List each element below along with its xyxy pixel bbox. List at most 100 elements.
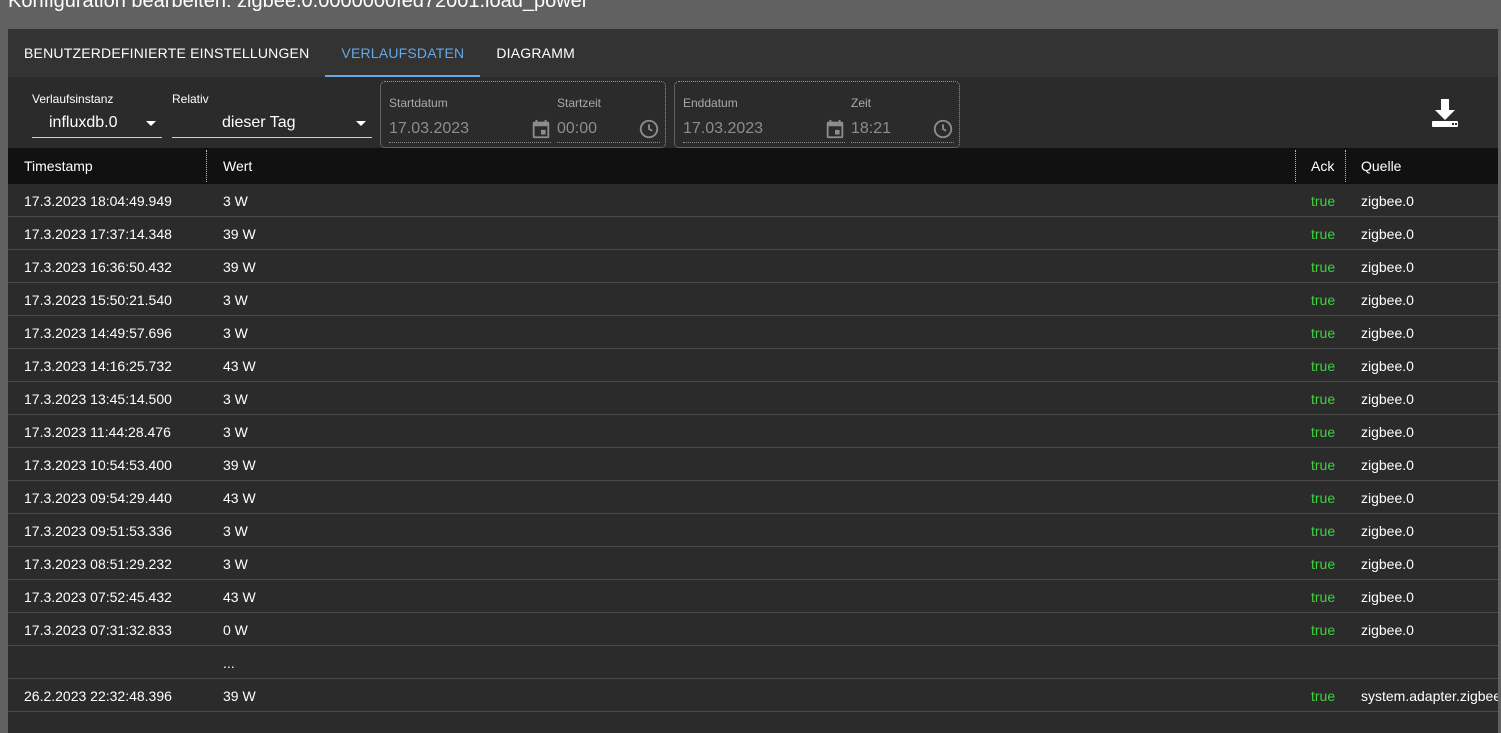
cell-ack: true [1311,588,1336,605]
cell-timestamp: 17.3.2023 08:51:29.232 [24,555,172,572]
table-row[interactable]: 17.3.2023 16:36:50.432 39 W true zigbee.0 [8,250,1498,283]
cell-value: 43 W [223,489,256,506]
cell-timestamp: 17.3.2023 15:50:21.540 [24,291,172,308]
cell-ack: true [1311,489,1336,506]
cell-value: 0 W [223,621,248,638]
cell-value: 3 W [223,192,248,209]
cell-source: zigbee.0 [1361,291,1414,308]
cell-source: zigbee.0 [1361,357,1414,374]
table-row[interactable]: 17.3.2023 10:54:53.400 39 W true zigbee.0 [8,448,1498,481]
table-row[interactable]: 17.3.2023 14:16:25.732 43 W true zigbee.0 [8,349,1498,382]
cell-ack: true [1311,225,1336,242]
dialog-title: Konfiguration bearbeiten: zigbee.0.00000… [8,0,589,12]
cell-value: 39 W [223,258,256,275]
cell-value: 3 W [223,291,248,308]
cell-timestamp: 17.3.2023 07:52:45.432 [24,588,172,605]
cell-source: zigbee.0 [1361,522,1414,539]
relative-label: Relativ [172,92,209,106]
tab-bar: BENUTZERDEFINIERTE EINSTELLUNGEN VERLAUF… [8,29,1498,77]
table-row[interactable]: 17.3.2023 17:37:14.348 39 W true zigbee.0 [8,217,1498,250]
cell-value: 3 W [223,555,248,572]
chevron-down-icon [146,121,156,126]
table-row[interactable]: 17.3.2023 15:50:21.540 3 W true zigbee.0 [8,283,1498,316]
tab-custom-settings[interactable]: BENUTZERDEFINIERTE EINSTELLUNGEN [8,29,325,77]
cell-ack: true [1311,390,1336,407]
start-date-input[interactable]: 17.03.2023 [389,115,551,143]
cell-value: 39 W [223,225,256,242]
table-row[interactable]: 17.3.2023 14:49:57.696 3 W true zigbee.0 [8,316,1498,349]
cell-source: zigbee.0 [1361,324,1414,341]
column-resizer[interactable] [206,150,207,182]
cell-ack: true [1311,522,1336,539]
calendar-icon[interactable] [530,118,552,140]
cell-ack: true [1311,687,1336,704]
tab-chart[interactable]: DIAGRAMM [480,29,591,77]
cell-ack: true [1311,555,1336,572]
table-row[interactable]: 17.3.2023 07:52:45.432 43 W true zigbee.0 [8,580,1498,613]
instance-select[interactable]: influxdb.0 [32,108,162,138]
cell-ack: true [1311,357,1336,374]
cell-source: zigbee.0 [1361,555,1414,572]
header-ack[interactable]: Ack [1311,148,1334,184]
column-resizer[interactable] [1345,150,1346,182]
instance-value: influxdb.0 [49,113,118,131]
table-row[interactable]: 17.3.2023 18:04:49.949 3 W true zigbee.0 [8,184,1498,217]
cell-source: zigbee.0 [1361,192,1414,209]
relative-value: dieser Tag [222,113,296,131]
cell-timestamp: 17.3.2023 18:04:49.949 [24,192,172,209]
dialog-panel: BENUTZERDEFINIERTE EINSTELLUNGEN VERLAUF… [8,29,1498,733]
instance-label: Verlaufsinstanz [32,92,114,106]
cell-timestamp: 17.3.2023 07:31:32.833 [24,621,172,638]
end-time-label: Zeit [851,96,872,110]
table-row[interactable]: 17.3.2023 11:44:28.476 3 W true zigbee.0 [8,415,1498,448]
cell-timestamp: 17.3.2023 09:54:29.440 [24,489,172,506]
cell-source: zigbee.0 [1361,258,1414,275]
table-row[interactable]: 17.3.2023 13:45:14.500 3 W true zigbee.0 [8,382,1498,415]
cell-value: ... [223,654,235,671]
cell-source: zigbee.0 [1361,390,1414,407]
cell-value: 3 W [223,324,248,341]
clock-icon[interactable] [932,118,954,140]
start-range-box: Startdatum 17.03.2023 Startzeit 00:00 [380,81,666,148]
table-row[interactable]: 17.3.2023 09:54:29.440 43 W true zigbee.0 [8,481,1498,514]
chevron-down-icon [356,121,366,126]
cell-timestamp: 17.3.2023 16:36:50.432 [24,258,172,275]
cell-value: 39 W [223,456,256,473]
download-icon[interactable] [1429,97,1461,129]
cell-timestamp: 17.3.2023 11:44:28.476 [24,423,171,440]
column-resizer[interactable] [1295,150,1296,182]
cell-source: system.adapter.zigbee.0 [1361,687,1498,704]
cell-ack: true [1311,456,1336,473]
header-value[interactable]: Wert [223,148,252,184]
cell-ack: true [1311,324,1336,341]
cell-value: 3 W [223,522,248,539]
cell-ack: true [1311,258,1336,275]
end-date-input[interactable]: 17.03.2023 [683,115,845,143]
cell-value: 3 W [223,423,248,440]
tab-history-data[interactable]: VERLAUFSDATEN [325,29,481,77]
cell-timestamp: 17.3.2023 17:37:14.348 [24,225,172,242]
cell-ack: true [1311,192,1336,209]
calendar-icon[interactable] [824,118,846,140]
relative-select[interactable]: dieser Tag [172,108,372,138]
table-row[interactable]: 17.3.2023 08:51:29.232 3 W true zigbee.0 [8,547,1498,580]
table-row[interactable]: ... [8,646,1498,679]
end-date-label: Enddatum [683,96,738,110]
start-time-label: Startzeit [557,96,602,110]
header-timestamp[interactable]: Timestamp [24,148,93,184]
start-date-label: Startdatum [389,96,448,110]
clock-icon[interactable] [638,118,660,140]
cell-ack: true [1311,621,1336,638]
cell-value: 43 W [223,588,256,605]
cell-source [1361,646,1498,679]
cell-source: zigbee.0 [1361,489,1414,506]
cell-timestamp: 17.3.2023 10:54:53.400 [24,456,172,473]
table-row[interactable]: 17.3.2023 07:31:32.833 0 W true zigbee.0 [8,613,1498,646]
table-row[interactable]: 17.3.2023 09:51:53.336 3 W true zigbee.0 [8,514,1498,547]
cell-ack: true [1311,291,1336,308]
table-row[interactable]: 26.2.2023 22:32:48.396 39 W true system.ada… [8,679,1498,712]
cell-timestamp: 26.2.2023 22:32:48.396 [24,687,172,704]
cell-timestamp: 17.3.2023 14:49:57.696 [24,324,172,341]
cell-timestamp: 17.3.2023 13:45:14.500 [24,390,172,407]
header-source[interactable]: Quelle [1361,148,1401,184]
